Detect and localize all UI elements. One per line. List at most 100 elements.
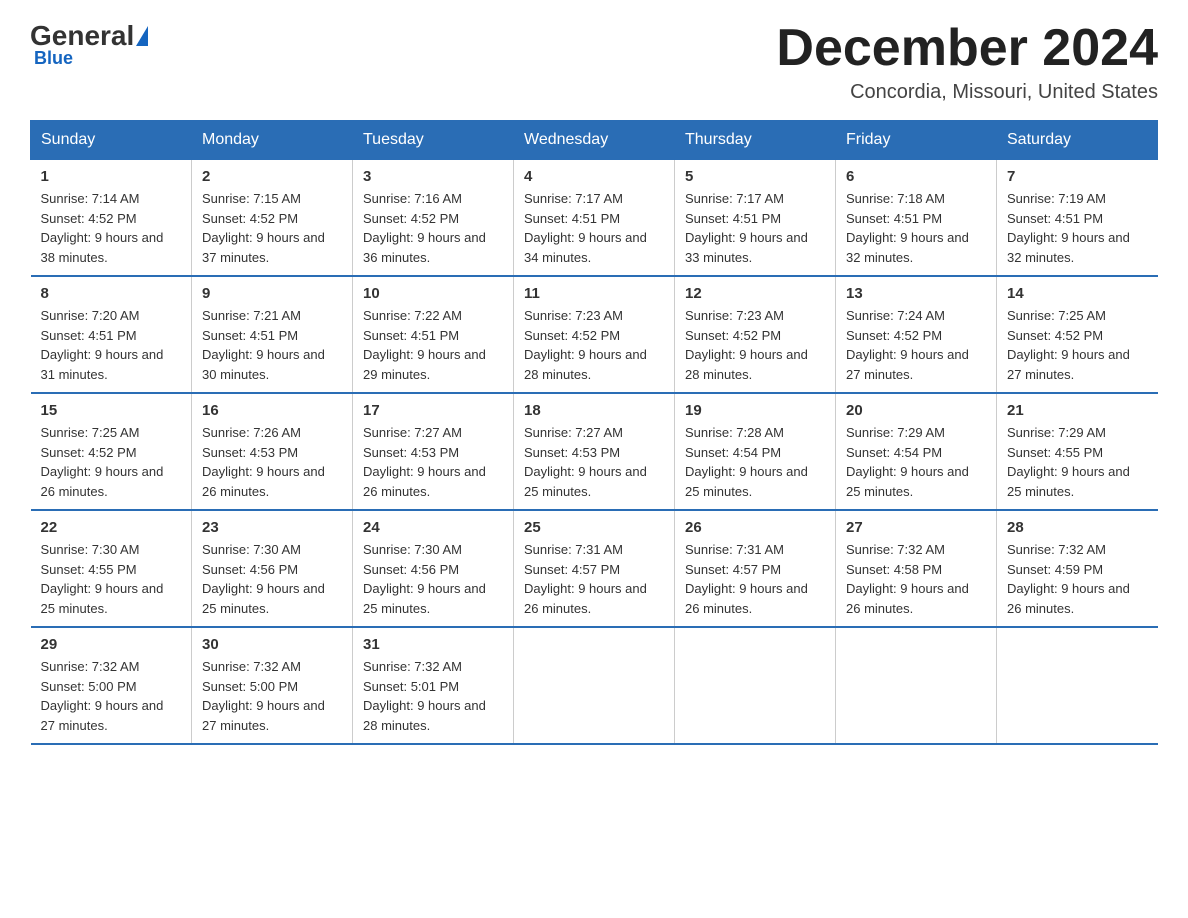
day-info: Sunrise: 7:23 AMSunset: 4:52 PMDaylight:… <box>524 308 647 382</box>
day-number: 26 <box>685 519 825 536</box>
calendar-cell: 24 Sunrise: 7:30 AMSunset: 4:56 PMDaylig… <box>353 510 514 627</box>
day-info: Sunrise: 7:30 AMSunset: 4:56 PMDaylight:… <box>363 542 486 616</box>
calendar-cell: 20 Sunrise: 7:29 AMSunset: 4:54 PMDaylig… <box>836 393 997 510</box>
day-info: Sunrise: 7:32 AMSunset: 4:59 PMDaylight:… <box>1007 542 1130 616</box>
calendar-cell: 3 Sunrise: 7:16 AMSunset: 4:52 PMDayligh… <box>353 160 514 277</box>
day-number: 6 <box>846 168 986 185</box>
calendar-cell: 16 Sunrise: 7:26 AMSunset: 4:53 PMDaylig… <box>192 393 353 510</box>
calendar-cell: 15 Sunrise: 7:25 AMSunset: 4:52 PMDaylig… <box>31 393 192 510</box>
calendar-cell: 22 Sunrise: 7:30 AMSunset: 4:55 PMDaylig… <box>31 510 192 627</box>
month-title: December 2024 <box>776 20 1158 77</box>
weekday-header-friday: Friday <box>836 121 997 160</box>
day-info: Sunrise: 7:25 AMSunset: 4:52 PMDaylight:… <box>1007 308 1130 382</box>
day-number: 12 <box>685 285 825 302</box>
weekday-header-sunday: Sunday <box>31 121 192 160</box>
calendar-cell: 17 Sunrise: 7:27 AMSunset: 4:53 PMDaylig… <box>353 393 514 510</box>
day-info: Sunrise: 7:25 AMSunset: 4:52 PMDaylight:… <box>41 425 164 499</box>
calendar-cell: 30 Sunrise: 7:32 AMSunset: 5:00 PMDaylig… <box>192 627 353 744</box>
calendar-cell: 28 Sunrise: 7:32 AMSunset: 4:59 PMDaylig… <box>997 510 1158 627</box>
weekday-header-monday: Monday <box>192 121 353 160</box>
day-info: Sunrise: 7:30 AMSunset: 4:56 PMDaylight:… <box>202 542 325 616</box>
calendar-cell: 26 Sunrise: 7:31 AMSunset: 4:57 PMDaylig… <box>675 510 836 627</box>
calendar-week-row: 8 Sunrise: 7:20 AMSunset: 4:51 PMDayligh… <box>31 276 1158 393</box>
day-info: Sunrise: 7:26 AMSunset: 4:53 PMDaylight:… <box>202 425 325 499</box>
day-number: 20 <box>846 402 986 419</box>
weekday-header-wednesday: Wednesday <box>514 121 675 160</box>
day-number: 2 <box>202 168 342 185</box>
calendar-cell: 1 Sunrise: 7:14 AMSunset: 4:52 PMDayligh… <box>31 160 192 277</box>
day-number: 1 <box>41 168 182 185</box>
logo: General Blue <box>30 20 148 69</box>
calendar-cell: 25 Sunrise: 7:31 AMSunset: 4:57 PMDaylig… <box>514 510 675 627</box>
day-info: Sunrise: 7:17 AMSunset: 4:51 PMDaylight:… <box>685 191 808 265</box>
day-number: 14 <box>1007 285 1148 302</box>
calendar-cell: 4 Sunrise: 7:17 AMSunset: 4:51 PMDayligh… <box>514 160 675 277</box>
day-info: Sunrise: 7:28 AMSunset: 4:54 PMDaylight:… <box>685 425 808 499</box>
weekday-header-thursday: Thursday <box>675 121 836 160</box>
calendar-cell: 19 Sunrise: 7:28 AMSunset: 4:54 PMDaylig… <box>675 393 836 510</box>
calendar-cell: 5 Sunrise: 7:17 AMSunset: 4:51 PMDayligh… <box>675 160 836 277</box>
day-info: Sunrise: 7:31 AMSunset: 4:57 PMDaylight:… <box>524 542 647 616</box>
weekday-header-saturday: Saturday <box>997 121 1158 160</box>
day-info: Sunrise: 7:30 AMSunset: 4:55 PMDaylight:… <box>41 542 164 616</box>
calendar-cell: 18 Sunrise: 7:27 AMSunset: 4:53 PMDaylig… <box>514 393 675 510</box>
day-info: Sunrise: 7:32 AMSunset: 5:00 PMDaylight:… <box>41 659 164 733</box>
day-info: Sunrise: 7:29 AMSunset: 4:54 PMDaylight:… <box>846 425 969 499</box>
location-subtitle: Concordia, Missouri, United States <box>776 81 1158 104</box>
calendar-cell: 12 Sunrise: 7:23 AMSunset: 4:52 PMDaylig… <box>675 276 836 393</box>
calendar-cell <box>514 627 675 744</box>
day-info: Sunrise: 7:24 AMSunset: 4:52 PMDaylight:… <box>846 308 969 382</box>
calendar-cell <box>997 627 1158 744</box>
day-info: Sunrise: 7:14 AMSunset: 4:52 PMDaylight:… <box>41 191 164 265</box>
day-number: 7 <box>1007 168 1148 185</box>
day-info: Sunrise: 7:15 AMSunset: 4:52 PMDaylight:… <box>202 191 325 265</box>
day-info: Sunrise: 7:21 AMSunset: 4:51 PMDaylight:… <box>202 308 325 382</box>
calendar-week-row: 15 Sunrise: 7:25 AMSunset: 4:52 PMDaylig… <box>31 393 1158 510</box>
day-number: 13 <box>846 285 986 302</box>
calendar-week-row: 29 Sunrise: 7:32 AMSunset: 5:00 PMDaylig… <box>31 627 1158 744</box>
day-info: Sunrise: 7:17 AMSunset: 4:51 PMDaylight:… <box>524 191 647 265</box>
calendar-cell: 9 Sunrise: 7:21 AMSunset: 4:51 PMDayligh… <box>192 276 353 393</box>
calendar-cell: 21 Sunrise: 7:29 AMSunset: 4:55 PMDaylig… <box>997 393 1158 510</box>
day-number: 9 <box>202 285 342 302</box>
calendar-cell: 31 Sunrise: 7:32 AMSunset: 5:01 PMDaylig… <box>353 627 514 744</box>
calendar-cell: 11 Sunrise: 7:23 AMSunset: 4:52 PMDaylig… <box>514 276 675 393</box>
calendar-cell: 6 Sunrise: 7:18 AMSunset: 4:51 PMDayligh… <box>836 160 997 277</box>
day-info: Sunrise: 7:31 AMSunset: 4:57 PMDaylight:… <box>685 542 808 616</box>
day-info: Sunrise: 7:16 AMSunset: 4:52 PMDaylight:… <box>363 191 486 265</box>
day-number: 4 <box>524 168 664 185</box>
calendar-cell: 27 Sunrise: 7:32 AMSunset: 4:58 PMDaylig… <box>836 510 997 627</box>
logo-blue-text: Blue <box>34 48 73 69</box>
day-info: Sunrise: 7:23 AMSunset: 4:52 PMDaylight:… <box>685 308 808 382</box>
day-info: Sunrise: 7:32 AMSunset: 5:00 PMDaylight:… <box>202 659 325 733</box>
weekday-header-row: SundayMondayTuesdayWednesdayThursdayFrid… <box>31 121 1158 160</box>
day-number: 29 <box>41 636 182 653</box>
calendar-cell: 10 Sunrise: 7:22 AMSunset: 4:51 PMDaylig… <box>353 276 514 393</box>
day-number: 27 <box>846 519 986 536</box>
day-info: Sunrise: 7:32 AMSunset: 5:01 PMDaylight:… <box>363 659 486 733</box>
day-number: 25 <box>524 519 664 536</box>
day-number: 22 <box>41 519 182 536</box>
calendar-cell: 8 Sunrise: 7:20 AMSunset: 4:51 PMDayligh… <box>31 276 192 393</box>
day-number: 3 <box>363 168 503 185</box>
calendar-cell: 14 Sunrise: 7:25 AMSunset: 4:52 PMDaylig… <box>997 276 1158 393</box>
page-header: General Blue December 2024 Concordia, Mi… <box>30 20 1158 104</box>
calendar-cell <box>675 627 836 744</box>
calendar-table: SundayMondayTuesdayWednesdayThursdayFrid… <box>30 120 1158 745</box>
day-info: Sunrise: 7:18 AMSunset: 4:51 PMDaylight:… <box>846 191 969 265</box>
day-number: 30 <box>202 636 342 653</box>
calendar-cell: 29 Sunrise: 7:32 AMSunset: 5:00 PMDaylig… <box>31 627 192 744</box>
day-number: 24 <box>363 519 503 536</box>
day-number: 18 <box>524 402 664 419</box>
calendar-cell: 13 Sunrise: 7:24 AMSunset: 4:52 PMDaylig… <box>836 276 997 393</box>
day-number: 28 <box>1007 519 1148 536</box>
title-area: December 2024 Concordia, Missouri, Unite… <box>776 20 1158 104</box>
day-number: 19 <box>685 402 825 419</box>
calendar-week-row: 1 Sunrise: 7:14 AMSunset: 4:52 PMDayligh… <box>31 160 1158 277</box>
day-number: 10 <box>363 285 503 302</box>
day-number: 8 <box>41 285 182 302</box>
day-number: 31 <box>363 636 503 653</box>
calendar-cell: 23 Sunrise: 7:30 AMSunset: 4:56 PMDaylig… <box>192 510 353 627</box>
day-info: Sunrise: 7:19 AMSunset: 4:51 PMDaylight:… <box>1007 191 1130 265</box>
calendar-cell: 7 Sunrise: 7:19 AMSunset: 4:51 PMDayligh… <box>997 160 1158 277</box>
